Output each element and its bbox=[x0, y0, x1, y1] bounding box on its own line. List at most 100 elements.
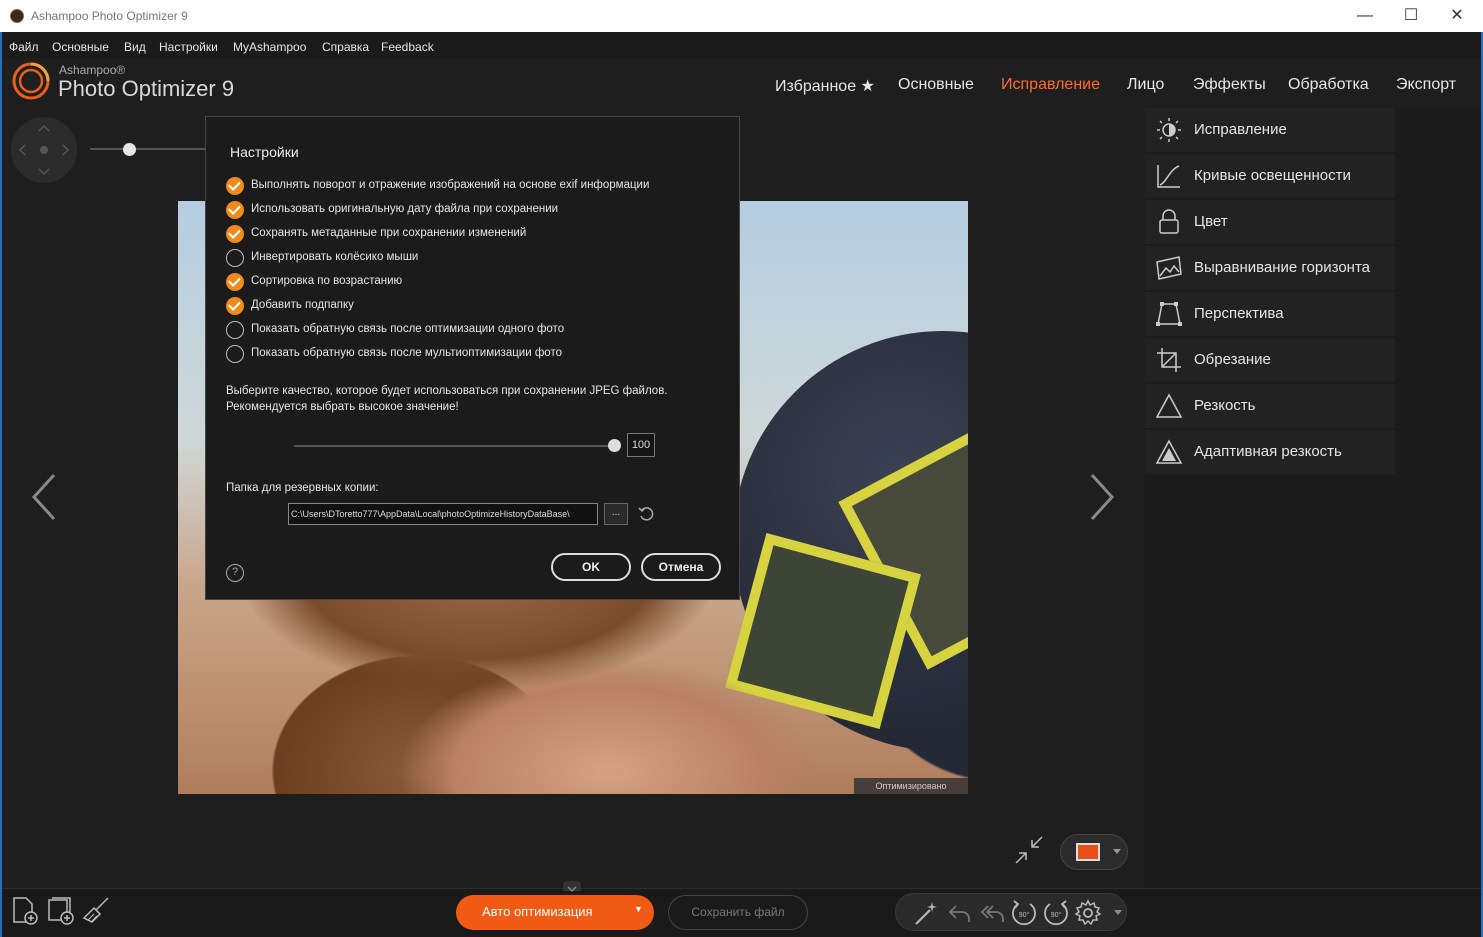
clear-broom-icon[interactable] bbox=[82, 896, 112, 926]
compare-icon bbox=[1076, 843, 1100, 861]
maximize-button[interactable]: ☐ bbox=[1388, 4, 1434, 28]
checkbox-checked[interactable] bbox=[226, 201, 244, 219]
magic-wand-icon[interactable] bbox=[914, 900, 940, 926]
option-label: Инвертировать колёсико мыши bbox=[251, 251, 419, 263]
checkbox-unchecked[interactable] bbox=[226, 249, 244, 267]
checkbox-checked[interactable] bbox=[226, 177, 244, 195]
expand-filmstrip-icon[interactable] bbox=[563, 881, 581, 893]
add-folder-icon[interactable] bbox=[46, 896, 76, 926]
checkbox-checked[interactable] bbox=[226, 273, 244, 291]
quality-recommendation: Рекомендуется выбрать высокое значение! bbox=[226, 401, 459, 413]
checkbox-unchecked[interactable] bbox=[226, 345, 244, 363]
menu-basic[interactable]: Основные bbox=[52, 40, 109, 54]
option-label: Сортировка по возрастанию bbox=[251, 275, 403, 287]
settings-dialog: Настройки Выполнять поворот и отражение … bbox=[205, 116, 740, 600]
auto-optimize-label: Авто оптимизация bbox=[482, 904, 593, 919]
settings-gear-icon[interactable] bbox=[1074, 899, 1102, 927]
svg-text:90°: 90° bbox=[1019, 911, 1030, 919]
option-label: Показать обратную связь после оптимизаци… bbox=[251, 323, 565, 335]
quality-slider-track[interactable] bbox=[294, 445, 614, 447]
help-icon[interactable]: ? bbox=[226, 564, 244, 582]
option-label: Показать обратную связь после мультиопти… bbox=[251, 347, 562, 359]
menu-myashampoo[interactable]: MyAshampoo bbox=[233, 40, 306, 54]
cancel-button[interactable]: Отмена bbox=[641, 553, 721, 581]
pan-control[interactable] bbox=[11, 117, 77, 183]
horizon-icon bbox=[1156, 256, 1182, 280]
tools-panel: Исправление Кривые освещенности Цвет Выр… bbox=[1145, 108, 1481, 888]
tool-label: Обрезание bbox=[1194, 351, 1271, 368]
tool-adaptive-sharpness[interactable]: Адаптивная резкость bbox=[1145, 430, 1395, 474]
add-file-icon[interactable] bbox=[10, 896, 40, 926]
option-label: Сохранять метаданные при сохранении изме… bbox=[251, 227, 527, 239]
tab-correction[interactable]: Исправление bbox=[1001, 76, 1100, 94]
option-label: Добавить подпапку bbox=[251, 299, 354, 311]
checkbox-checked[interactable] bbox=[226, 225, 244, 243]
backup-folder-label: Папка для резервных копии: bbox=[226, 482, 379, 494]
undo-icon[interactable] bbox=[948, 902, 972, 924]
tool-correction[interactable]: Исправление bbox=[1145, 108, 1395, 152]
quality-slider-handle[interactable] bbox=[608, 439, 621, 452]
tab-effects[interactable]: Эффекты bbox=[1193, 76, 1266, 94]
chevron-down-icon bbox=[1113, 849, 1121, 854]
tab-processing[interactable]: Обработка bbox=[1288, 76, 1369, 94]
tool-label: Исправление bbox=[1194, 121, 1287, 138]
menu-file[interactable]: Файл bbox=[9, 40, 39, 54]
sharpness-icon bbox=[1155, 393, 1183, 418]
reset-icon[interactable] bbox=[638, 505, 656, 523]
option-label: Выполнять поворот и отражение изображени… bbox=[251, 179, 650, 191]
menu-settings[interactable]: Настройки bbox=[159, 40, 218, 54]
rotate-left-icon[interactable]: 90° bbox=[1010, 899, 1038, 927]
menu-view[interactable]: Вид bbox=[124, 40, 146, 54]
tab-export[interactable]: Экспорт bbox=[1396, 76, 1456, 94]
zoom-slider-handle[interactable] bbox=[123, 143, 136, 156]
title-bar: Ashampoo Photo Optimizer 9 — ☐ ✕ bbox=[0, 0, 1483, 32]
sun-icon bbox=[1157, 118, 1181, 142]
tool-label: Перспектива bbox=[1194, 305, 1284, 322]
zoom-slider-track[interactable] bbox=[90, 148, 205, 150]
tool-sharpness[interactable]: Резкость bbox=[1145, 384, 1395, 428]
optimized-badge: Оптимизировано bbox=[854, 778, 968, 794]
color-icon bbox=[1159, 209, 1179, 234]
tool-horizon[interactable]: Выравнивание горизонта bbox=[1145, 246, 1395, 290]
auto-optimize-button[interactable]: Авто оптимизация ▼ bbox=[456, 895, 654, 930]
window-border-left bbox=[0, 32, 2, 937]
quality-description: Выберите качество, которое будет использ… bbox=[226, 385, 668, 397]
menu-bar: Файл Основные Вид Настройки MyAshampoo С… bbox=[0, 32, 1483, 58]
tab-favorites[interactable]: Избранное ★ bbox=[775, 76, 875, 96]
edit-tools-group: 90° 90° bbox=[895, 893, 1127, 931]
brand-product: Photo Optimizer 9 bbox=[58, 76, 235, 101]
chevron-down-icon[interactable]: ▼ bbox=[634, 904, 643, 914]
backup-folder-input[interactable]: C:\Users\DToretto777\AppData\Local\photo… bbox=[288, 503, 598, 525]
tool-curves[interactable]: Кривые освещенности bbox=[1145, 154, 1395, 198]
collapse-icon[interactable] bbox=[1014, 835, 1044, 865]
minimize-button[interactable]: — bbox=[1342, 4, 1388, 28]
adaptive-sharpness-icon bbox=[1155, 439, 1183, 464]
menu-feedback[interactable]: Feedback bbox=[381, 40, 434, 54]
ok-button[interactable]: OK bbox=[551, 553, 631, 581]
browse-button[interactable]: ... bbox=[604, 503, 628, 525]
tool-label: Адаптивная резкость bbox=[1194, 443, 1342, 460]
chevron-down-icon[interactable] bbox=[1114, 910, 1122, 916]
checkbox-checked[interactable] bbox=[226, 297, 244, 315]
pan-arrows-icon bbox=[18, 124, 70, 176]
compare-view-toggle[interactable] bbox=[1060, 834, 1128, 870]
tool-perspective[interactable]: Перспектива bbox=[1145, 292, 1395, 336]
save-file-button[interactable]: Сохранить файл bbox=[668, 895, 808, 930]
previous-arrow-icon[interactable] bbox=[30, 473, 58, 521]
crop-icon bbox=[1157, 348, 1181, 372]
tab-face[interactable]: Лицо bbox=[1127, 76, 1164, 94]
tool-label: Кривые освещенности bbox=[1194, 167, 1351, 184]
quality-value-field[interactable]: 100 bbox=[627, 433, 655, 457]
next-arrow-icon[interactable] bbox=[1088, 473, 1116, 521]
rotate-right-icon[interactable]: 90° bbox=[1042, 899, 1070, 927]
ashampoo-logo-icon bbox=[12, 62, 50, 100]
undo-all-icon[interactable] bbox=[980, 902, 1006, 924]
tool-label: Резкость bbox=[1194, 397, 1256, 414]
tool-crop[interactable]: Обрезание bbox=[1145, 338, 1395, 382]
perspective-icon bbox=[1156, 302, 1182, 326]
menu-help[interactable]: Справка bbox=[322, 40, 369, 54]
tab-basic[interactable]: Основные bbox=[898, 76, 974, 94]
tool-color[interactable]: Цвет bbox=[1145, 200, 1395, 244]
close-button[interactable]: ✕ bbox=[1434, 4, 1480, 28]
checkbox-unchecked[interactable] bbox=[226, 321, 244, 339]
